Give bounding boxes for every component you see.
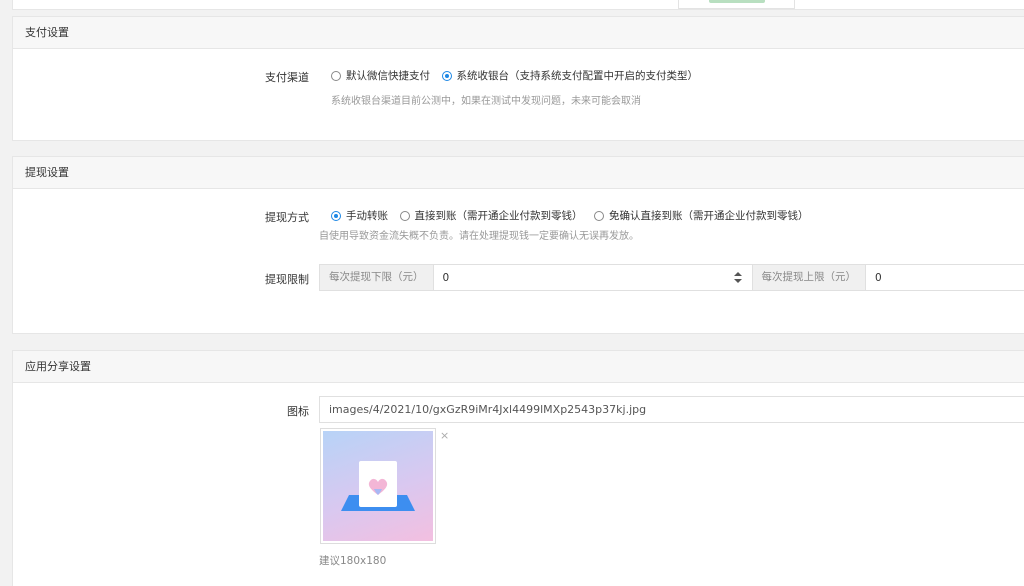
heart-card-icon [323,431,433,541]
radio-icon [331,70,341,81]
radio-no-confirm-direct[interactable]: 免确认直接到账（需开通企业付款到零钱） [594,208,809,223]
max-limit-field[interactable] [866,265,1024,290]
radio-icon [594,210,604,221]
radio-system-cashier[interactable]: 系统收银台（支持系统支付配置中开启的支付类型） [441,68,699,83]
payment-help-text: 系统收银台渠道目前公测中，如果在测试中发现问题，未来可能会取消 [331,96,641,107]
min-limit-input[interactable] [433,265,575,290]
withdraw-method-label: 提现方式 [265,211,309,224]
top-tab[interactable] [678,0,795,9]
withdraw-help-text: 自使用导致资金流失概不负责。请在处理提现钱一定要确认无误再发放。 [319,231,639,242]
radio-default-wechat[interactable]: 默认微信快捷支付 [331,68,430,83]
radio-manual-transfer[interactable]: 手动转账 [331,208,388,223]
withdraw-panel-title: 提现设置 [13,157,1024,189]
radio-icon [441,70,452,81]
icon-size-hint: 建议180x180 [319,555,387,567]
payment-channel-label: 支付渠道 [265,71,309,84]
heart-card-graphic [341,461,415,511]
withdraw-limit-group: 每次提现下限（元） 每次提现上限（元） [319,264,1024,291]
payment-panel: 支付设置 支付渠道 默认微信快捷支付 系统收银台（支持系统支付配置中开启的支付类… [12,16,1024,141]
min-limit-field[interactable] [433,265,752,290]
withdraw-panel: 提现设置 提现方式 手动转账 直接到账（需开通企业付款到零钱） 免确认直接到账（… [12,156,1024,334]
share-icon-label: 图标 [287,405,309,418]
radio-default-wechat-label: 默认微信快捷支付 [346,70,430,82]
radio-icon [331,210,341,221]
withdraw-limit-label: 提现限制 [265,273,309,286]
radio-system-cashier-label: 系统收银台（支持系统支付配置中开启的支付类型） [456,70,699,82]
radio-no-confirm-direct-label: 免确认直接到账（需开通企业付款到零钱） [609,210,809,222]
up-down-arrows-icon[interactable] [733,272,742,283]
max-limit-input[interactable] [866,265,1007,290]
max-limit-addon: 每次提现上限（元） [751,265,866,290]
top-strip [12,0,1024,10]
icon-path-input[interactable]: images/4/2021/10/gxGzR9iMr4Jxl4499lMXp25… [319,396,1024,423]
radio-icon [399,210,410,221]
radio-direct-to-account-label: 直接到账（需开通企业付款到零钱） [414,210,583,222]
share-panel: 应用分享设置 图标 images/4/2021/10/gxGzR9iMr4Jxl… [12,350,1024,586]
radio-direct-to-account[interactable]: 直接到账（需开通企业付款到零钱） [399,208,583,223]
close-icon[interactable]: × [440,429,449,442]
icon-preview [320,428,436,544]
share-panel-title: 应用分享设置 [13,351,1024,383]
payment-panel-title: 支付设置 [13,17,1024,49]
withdraw-method-options: 手动转账 直接到账（需开通企业付款到零钱） 免确认直接到账（需开通企业付款到零钱… [331,208,817,224]
min-limit-addon: 每次提现下限（元） [320,265,434,290]
payment-channel-options: 默认微信快捷支付 系统收银台（支持系统支付配置中开启的支付类型） [331,68,706,84]
radio-manual-transfer-label: 手动转账 [346,210,388,222]
